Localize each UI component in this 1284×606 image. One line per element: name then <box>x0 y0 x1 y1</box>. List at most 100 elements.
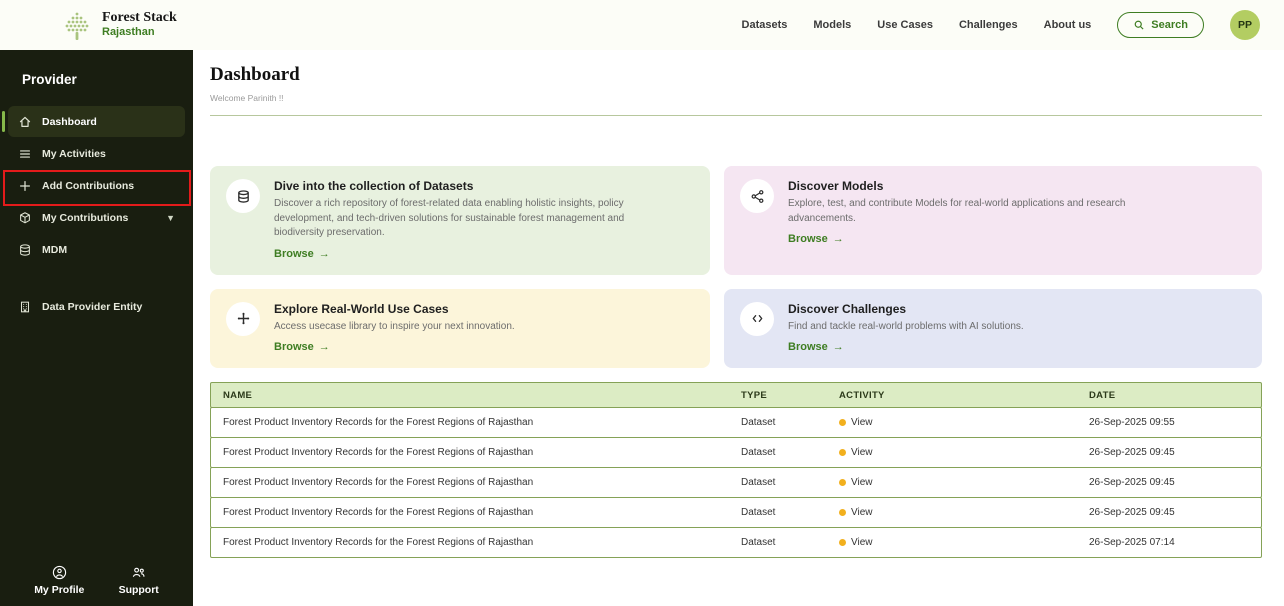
activity-dot-icon <box>839 509 846 516</box>
nav-about-us[interactable]: About us <box>1044 19 1092 31</box>
arrow-right-icon: → <box>833 341 844 353</box>
card-use-cases: Explore Real-World Use Cases Access usec… <box>210 289 710 369</box>
arrow-right-icon: → <box>319 248 330 260</box>
active-item-accent <box>2 111 5 132</box>
card-title: Dive into the collection of Datasets <box>274 179 674 193</box>
sidebar-item-label: My Activities <box>42 148 106 160</box>
divider <box>210 115 1262 116</box>
people-icon <box>131 565 146 580</box>
card-description: Explore, test, and contribute Models for… <box>788 197 1188 226</box>
my-profile-button[interactable]: My Profile <box>34 565 84 596</box>
card-body: Explore Real-World Use Cases Access usec… <box>274 302 515 356</box>
card-models: Discover Models Explore, test, and contr… <box>724 166 1262 275</box>
browse-models-link[interactable]: Browse → <box>788 233 844 245</box>
search-button-label: Search <box>1151 19 1188 31</box>
avatar[interactable]: PP <box>1230 10 1260 40</box>
sidebar-footer: My Profile Support <box>0 565 193 596</box>
sidebar-item-label: Data Provider Entity <box>42 301 142 313</box>
table-row[interactable]: Forest Product Inventory Records for the… <box>210 467 1262 498</box>
person-icon <box>52 565 67 580</box>
cell-activity: View <box>839 537 1089 548</box>
card-description: Access usecase library to inspire your n… <box>274 320 515 335</box>
arrow-right-icon: → <box>319 341 330 353</box>
cell-activity: View <box>839 417 1089 428</box>
forest-stack-logo-icon <box>60 8 94 42</box>
table-header-row: NAME TYPE ACTIVITY DATE <box>210 382 1262 408</box>
card-body: Discover Challenges Find and tackle real… <box>788 302 1024 356</box>
cell-name: Forest Product Inventory Records for the… <box>223 507 741 518</box>
sidebar-item-add-contributions[interactable]: Add Contributions <box>8 170 185 201</box>
activity-label: View <box>851 537 873 548</box>
table-row[interactable]: Forest Product Inventory Records for the… <box>210 437 1262 468</box>
support-button[interactable]: Support <box>119 565 159 596</box>
activity-label: View <box>851 447 873 458</box>
chevron-down-icon: ▼ <box>166 213 175 223</box>
cell-activity: View <box>839 447 1089 458</box>
cell-name: Forest Product Inventory Records for the… <box>223 447 741 458</box>
main-content: Dashboard Welcome Parinith !! Dive into … <box>193 50 1284 606</box>
nav-datasets[interactable]: Datasets <box>742 19 788 31</box>
sidebar-spacer <box>0 266 193 290</box>
nav-challenges[interactable]: Challenges <box>959 19 1018 31</box>
nav-models[interactable]: Models <box>813 19 851 31</box>
activity-dot-icon <box>839 539 846 546</box>
sidebar: Provider Dashboard My Activities Add Con… <box>0 50 193 606</box>
datasets-icon <box>226 179 260 213</box>
cell-name: Forest Product Inventory Records for the… <box>223 477 741 488</box>
home-icon <box>18 115 32 129</box>
card-body: Discover Models Explore, test, and contr… <box>788 179 1188 262</box>
database-icon <box>18 243 32 257</box>
cell-type: Dataset <box>741 447 839 458</box>
nav-use-cases[interactable]: Use Cases <box>877 19 933 31</box>
sidebar-item-label: Add Contributions <box>42 180 134 192</box>
cell-type: Dataset <box>741 417 839 428</box>
sidebar-item-mdm[interactable]: MDM <box>8 234 185 265</box>
activity-dot-icon <box>839 449 846 456</box>
challenges-icon <box>740 302 774 336</box>
cell-name: Forest Product Inventory Records for the… <box>223 537 741 548</box>
cell-date: 26-Sep-2025 09:55 <box>1089 417 1249 428</box>
card-title: Discover Models <box>788 179 1188 193</box>
search-button[interactable]: Search <box>1117 12 1204 38</box>
sidebar-item-label: MDM <box>42 244 67 256</box>
column-header-date: DATE <box>1089 390 1249 401</box>
plus-icon <box>18 179 32 193</box>
activity-label: View <box>851 417 873 428</box>
activity-label: View <box>851 477 873 488</box>
building-icon <box>18 300 32 314</box>
sidebar-item-my-activities[interactable]: My Activities <box>8 138 185 169</box>
column-header-type: TYPE <box>741 390 839 401</box>
top-header: Forest Stack Rajasthan Datasets Models U… <box>0 0 1284 50</box>
my-profile-label: My Profile <box>34 584 84 596</box>
table-row[interactable]: Forest Product Inventory Records for the… <box>210 407 1262 438</box>
table-row[interactable]: Forest Product Inventory Records for the… <box>210 497 1262 528</box>
cell-type: Dataset <box>741 537 839 548</box>
brand[interactable]: Forest Stack Rajasthan <box>60 8 177 42</box>
cell-date: 26-Sep-2025 09:45 <box>1089 507 1249 518</box>
column-header-name: NAME <box>223 390 741 401</box>
sidebar-item-label: Dashboard <box>42 116 97 128</box>
sidebar-title: Provider <box>0 50 193 105</box>
arrow-right-icon: → <box>833 233 844 245</box>
cell-activity: View <box>839 477 1089 488</box>
page-title: Dashboard <box>210 64 1262 86</box>
browse-use-cases-link[interactable]: Browse → <box>274 341 330 353</box>
sidebar-item-data-provider-entity[interactable]: Data Provider Entity <box>8 291 185 322</box>
sidebar-item-my-contributions[interactable]: My Contributions ▼ <box>8 202 185 233</box>
browse-challenges-link[interactable]: Browse → <box>788 341 844 353</box>
brand-subtitle: Rajasthan <box>102 26 177 39</box>
card-description: Find and tackle real-world problems with… <box>788 320 1024 335</box>
column-header-activity: ACTIVITY <box>839 390 1089 401</box>
browse-label: Browse <box>274 248 314 260</box>
cell-date: 26-Sep-2025 09:45 <box>1089 447 1249 458</box>
sidebar-item-label: My Contributions <box>42 212 128 224</box>
sidebar-item-dashboard[interactable]: Dashboard <box>8 106 185 137</box>
browse-label: Browse <box>274 341 314 353</box>
table-row[interactable]: Forest Product Inventory Records for the… <box>210 527 1262 558</box>
card-description: Discover a rich repository of forest-rel… <box>274 197 674 241</box>
browse-label: Browse <box>788 233 828 245</box>
cell-date: 26-Sep-2025 09:45 <box>1089 477 1249 488</box>
activity-dot-icon <box>839 419 846 426</box>
support-label: Support <box>119 584 159 596</box>
browse-datasets-link[interactable]: Browse → <box>274 248 330 260</box>
